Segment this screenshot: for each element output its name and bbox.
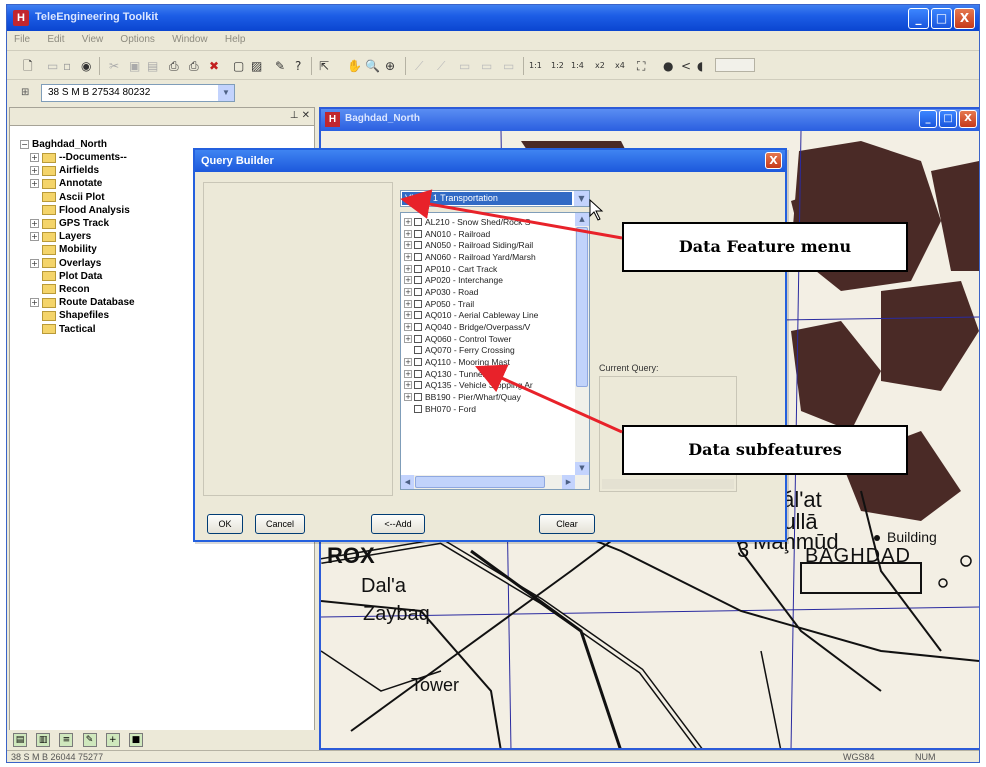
arrow-subfeatures [475,364,623,434]
mouse-cursor-icon [589,198,604,221]
annotation-arrows [400,189,623,434]
